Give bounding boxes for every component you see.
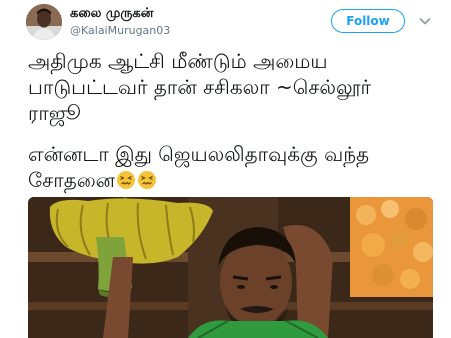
photo-illustration	[28, 197, 433, 338]
tweet-card: கலை முருகன் @KalaiMurugan03 Follow அதிமு…	[0, 0, 451, 338]
confounded-face-icon	[138, 171, 157, 189]
tweet-line: பாடுபட்டவர் தான் சசிகலா ~செல்லூர்	[28, 75, 371, 99]
snack-packets	[350, 197, 433, 297]
author-display-name[interactable]: கலை முருகன்	[70, 6, 153, 22]
avatar[interactable]	[26, 4, 62, 40]
tweet-line: அதிமுக ஆட்சி மீண்டும் அமைய	[28, 49, 328, 73]
tweet-photo[interactable]	[28, 197, 433, 338]
avatar-photo	[26, 4, 62, 40]
tweet-line: என்னடா இது ஜெயலலிதாவுக்கு வந்த	[28, 142, 370, 166]
follow-button[interactable]: Follow	[331, 9, 405, 33]
chevron-down-icon[interactable]	[418, 13, 432, 27]
tweet-line-text: சோதனை	[28, 168, 116, 192]
tweet-last-line: சோதனை	[28, 167, 440, 193]
tweet-line: ராஜூ	[28, 101, 81, 125]
tweet-text: அதிமுக ஆட்சி மீண்டும் அமைய பாடுபட்டவர் த…	[28, 48, 440, 193]
author-handle[interactable]: @KalaiMurugan03	[70, 24, 170, 37]
confounded-face-icon	[117, 171, 136, 189]
